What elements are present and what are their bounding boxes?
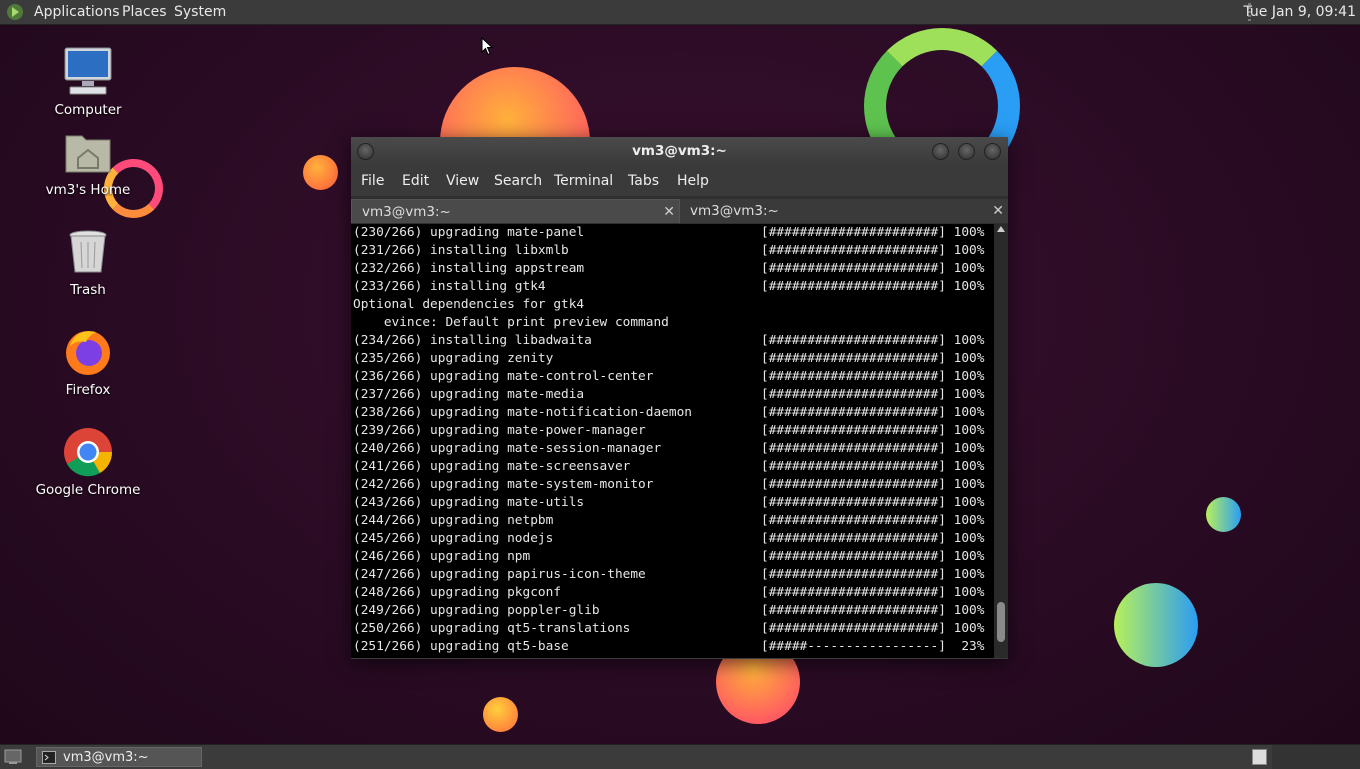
terminal-output[interactable]: (230/266) upgrading mate-panel [#########… xyxy=(351,224,994,658)
terminal-icon xyxy=(42,751,56,764)
tab-terminal-2[interactable]: vm3@vm3:~ ✕ xyxy=(680,199,1008,223)
window-title: vm3@vm3:~ xyxy=(632,143,727,159)
menu-terminal[interactable]: Terminal xyxy=(554,173,613,189)
terminal-menubar: File Edit View Search Terminal Tabs Help xyxy=(351,166,1008,196)
terminal-line: (236/266) upgrading mate-control-center[… xyxy=(353,369,985,384)
show-desktop-icon[interactable] xyxy=(4,749,22,765)
terminal-line: (231/266) installing libxmlb [###########… xyxy=(353,243,985,258)
chrome-icon xyxy=(62,426,114,478)
taskbar-item-label: vm3@vm3:~ xyxy=(63,750,149,765)
tab-close-icon[interactable]: ✕ xyxy=(663,200,675,224)
terminal-line: (247/266) upgrading papirus-icon-theme [#… xyxy=(353,567,985,582)
terminal-line: evince: Default print preview command xyxy=(353,315,669,330)
terminal-line: (245/266) upgrading nodejs [#############… xyxy=(353,531,985,546)
desktop-icon-label: Computer xyxy=(54,102,122,118)
terminal-line: (250/266) upgrading qt5-translations [###… xyxy=(353,621,985,636)
taskbar-item-terminal[interactable]: vm3@vm3:~ xyxy=(36,747,202,767)
tab-label: vm3@vm3:~ xyxy=(362,204,451,220)
terminal-scrollbar[interactable] xyxy=(994,224,1008,658)
scrollbar-thumb[interactable] xyxy=(997,602,1005,642)
menu-file[interactable]: File xyxy=(361,173,384,189)
tab-close-icon[interactable]: ✕ xyxy=(992,199,1004,223)
minimize-button[interactable] xyxy=(932,143,949,160)
menu-edit[interactable]: Edit xyxy=(402,173,429,189)
window-titlebar[interactable]: vm3@vm3:~ xyxy=(351,137,1008,166)
window-menu-button[interactable] xyxy=(357,143,374,160)
maximize-button[interactable] xyxy=(958,143,975,160)
terminal-line: (230/266) upgrading mate-panel [#########… xyxy=(353,225,985,240)
terminal-line: (233/266) installing gtk4 [##############… xyxy=(353,279,985,294)
desktop-icon-computer[interactable]: Computer xyxy=(33,46,143,118)
workspace-switcher[interactable] xyxy=(1272,745,1360,769)
desktop-icon-chrome[interactable]: Google Chrome xyxy=(33,426,143,498)
terminal-line: (243/266) upgrading mate-utils [#########… xyxy=(353,495,985,510)
home-folder-icon xyxy=(62,126,114,178)
terminal-line: (248/266) upgrading pkgconf [############… xyxy=(353,585,985,600)
decor-orange-dot xyxy=(303,155,338,190)
terminal-line: (251/266) upgrading qt5-base [#####------… xyxy=(353,639,985,654)
terminal-window[interactable]: vm3@vm3:~ File Edit View Search Terminal… xyxy=(351,137,1008,659)
clock[interactable]: Tue Jan 9, 09:41 xyxy=(1243,4,1356,20)
menu-help[interactable]: Help xyxy=(677,173,709,189)
computer-icon xyxy=(62,46,114,98)
terminal-line: (232/266) installing appstream [#########… xyxy=(353,261,985,276)
terminal-line: (241/266) upgrading mate-screensaver [###… xyxy=(353,459,985,474)
mouse-pointer-icon xyxy=(481,37,493,56)
terminal-line: (238/266) upgrading mate-notification-da… xyxy=(353,405,985,420)
menu-system[interactable]: System xyxy=(174,4,226,20)
terminal-line: Optional dependencies for gtk4 xyxy=(353,297,585,312)
decor-green-blue-circle xyxy=(1114,583,1198,667)
decor-green-blue-dot xyxy=(1206,497,1241,532)
terminal-line: (249/266) upgrading poppler-glib [#######… xyxy=(353,603,985,618)
workspace-switcher-active[interactable] xyxy=(1252,749,1267,765)
terminal-line: (240/266) upgrading mate-session-manager… xyxy=(353,441,985,456)
terminal-line: (235/266) upgrading zenity [#############… xyxy=(353,351,985,366)
tab-label: vm3@vm3:~ xyxy=(690,203,779,219)
desktop-icon-label: Trash xyxy=(70,282,106,298)
menu-applications[interactable]: Applications xyxy=(34,4,120,20)
desktop-icon-firefox[interactable]: Firefox xyxy=(33,326,143,398)
bottom-panel: vm3@vm3:~ xyxy=(0,744,1360,769)
terminal-line: (234/266) installing libadwaita [########… xyxy=(353,333,985,348)
mate-logo-icon[interactable] xyxy=(6,3,24,21)
tab-bar: vm3@vm3:~ ✕ vm3@vm3:~ ✕ xyxy=(351,196,1008,224)
menu-tabs[interactable]: Tabs xyxy=(628,173,659,189)
decor-orange-dot-bottom xyxy=(483,697,518,732)
terminal-line: (239/266) upgrading mate-power-manager [#… xyxy=(353,423,985,438)
top-panel: Applications Places System Tue Jan 9, 09… xyxy=(0,0,1360,25)
desktop-icon-home[interactable]: vm3's Home xyxy=(33,126,143,198)
terminal-line: (237/266) upgrading mate-media [#########… xyxy=(353,387,985,402)
menu-search[interactable]: Search xyxy=(494,173,542,189)
desktop-icon-trash[interactable]: Trash xyxy=(33,226,143,298)
menu-places[interactable]: Places xyxy=(122,4,167,20)
tab-terminal-1[interactable]: vm3@vm3:~ ✕ xyxy=(351,199,680,223)
menu-view[interactable]: View xyxy=(446,173,479,189)
terminal-line: (242/266) upgrading mate-system-monitor[… xyxy=(353,477,985,492)
firefox-icon xyxy=(62,326,114,378)
desktop-icon-label: vm3's Home xyxy=(45,182,131,198)
terminal-line: (246/266) upgrading npm [################… xyxy=(353,549,985,564)
trash-icon xyxy=(62,226,114,278)
terminal-line: (244/266) upgrading netpbm [#############… xyxy=(353,513,985,528)
close-button[interactable] xyxy=(984,143,1001,160)
desktop-icon-label: Firefox xyxy=(65,382,111,398)
desktop-icon-label: Google Chrome xyxy=(35,482,141,498)
scroll-up-icon[interactable] xyxy=(997,226,1005,232)
